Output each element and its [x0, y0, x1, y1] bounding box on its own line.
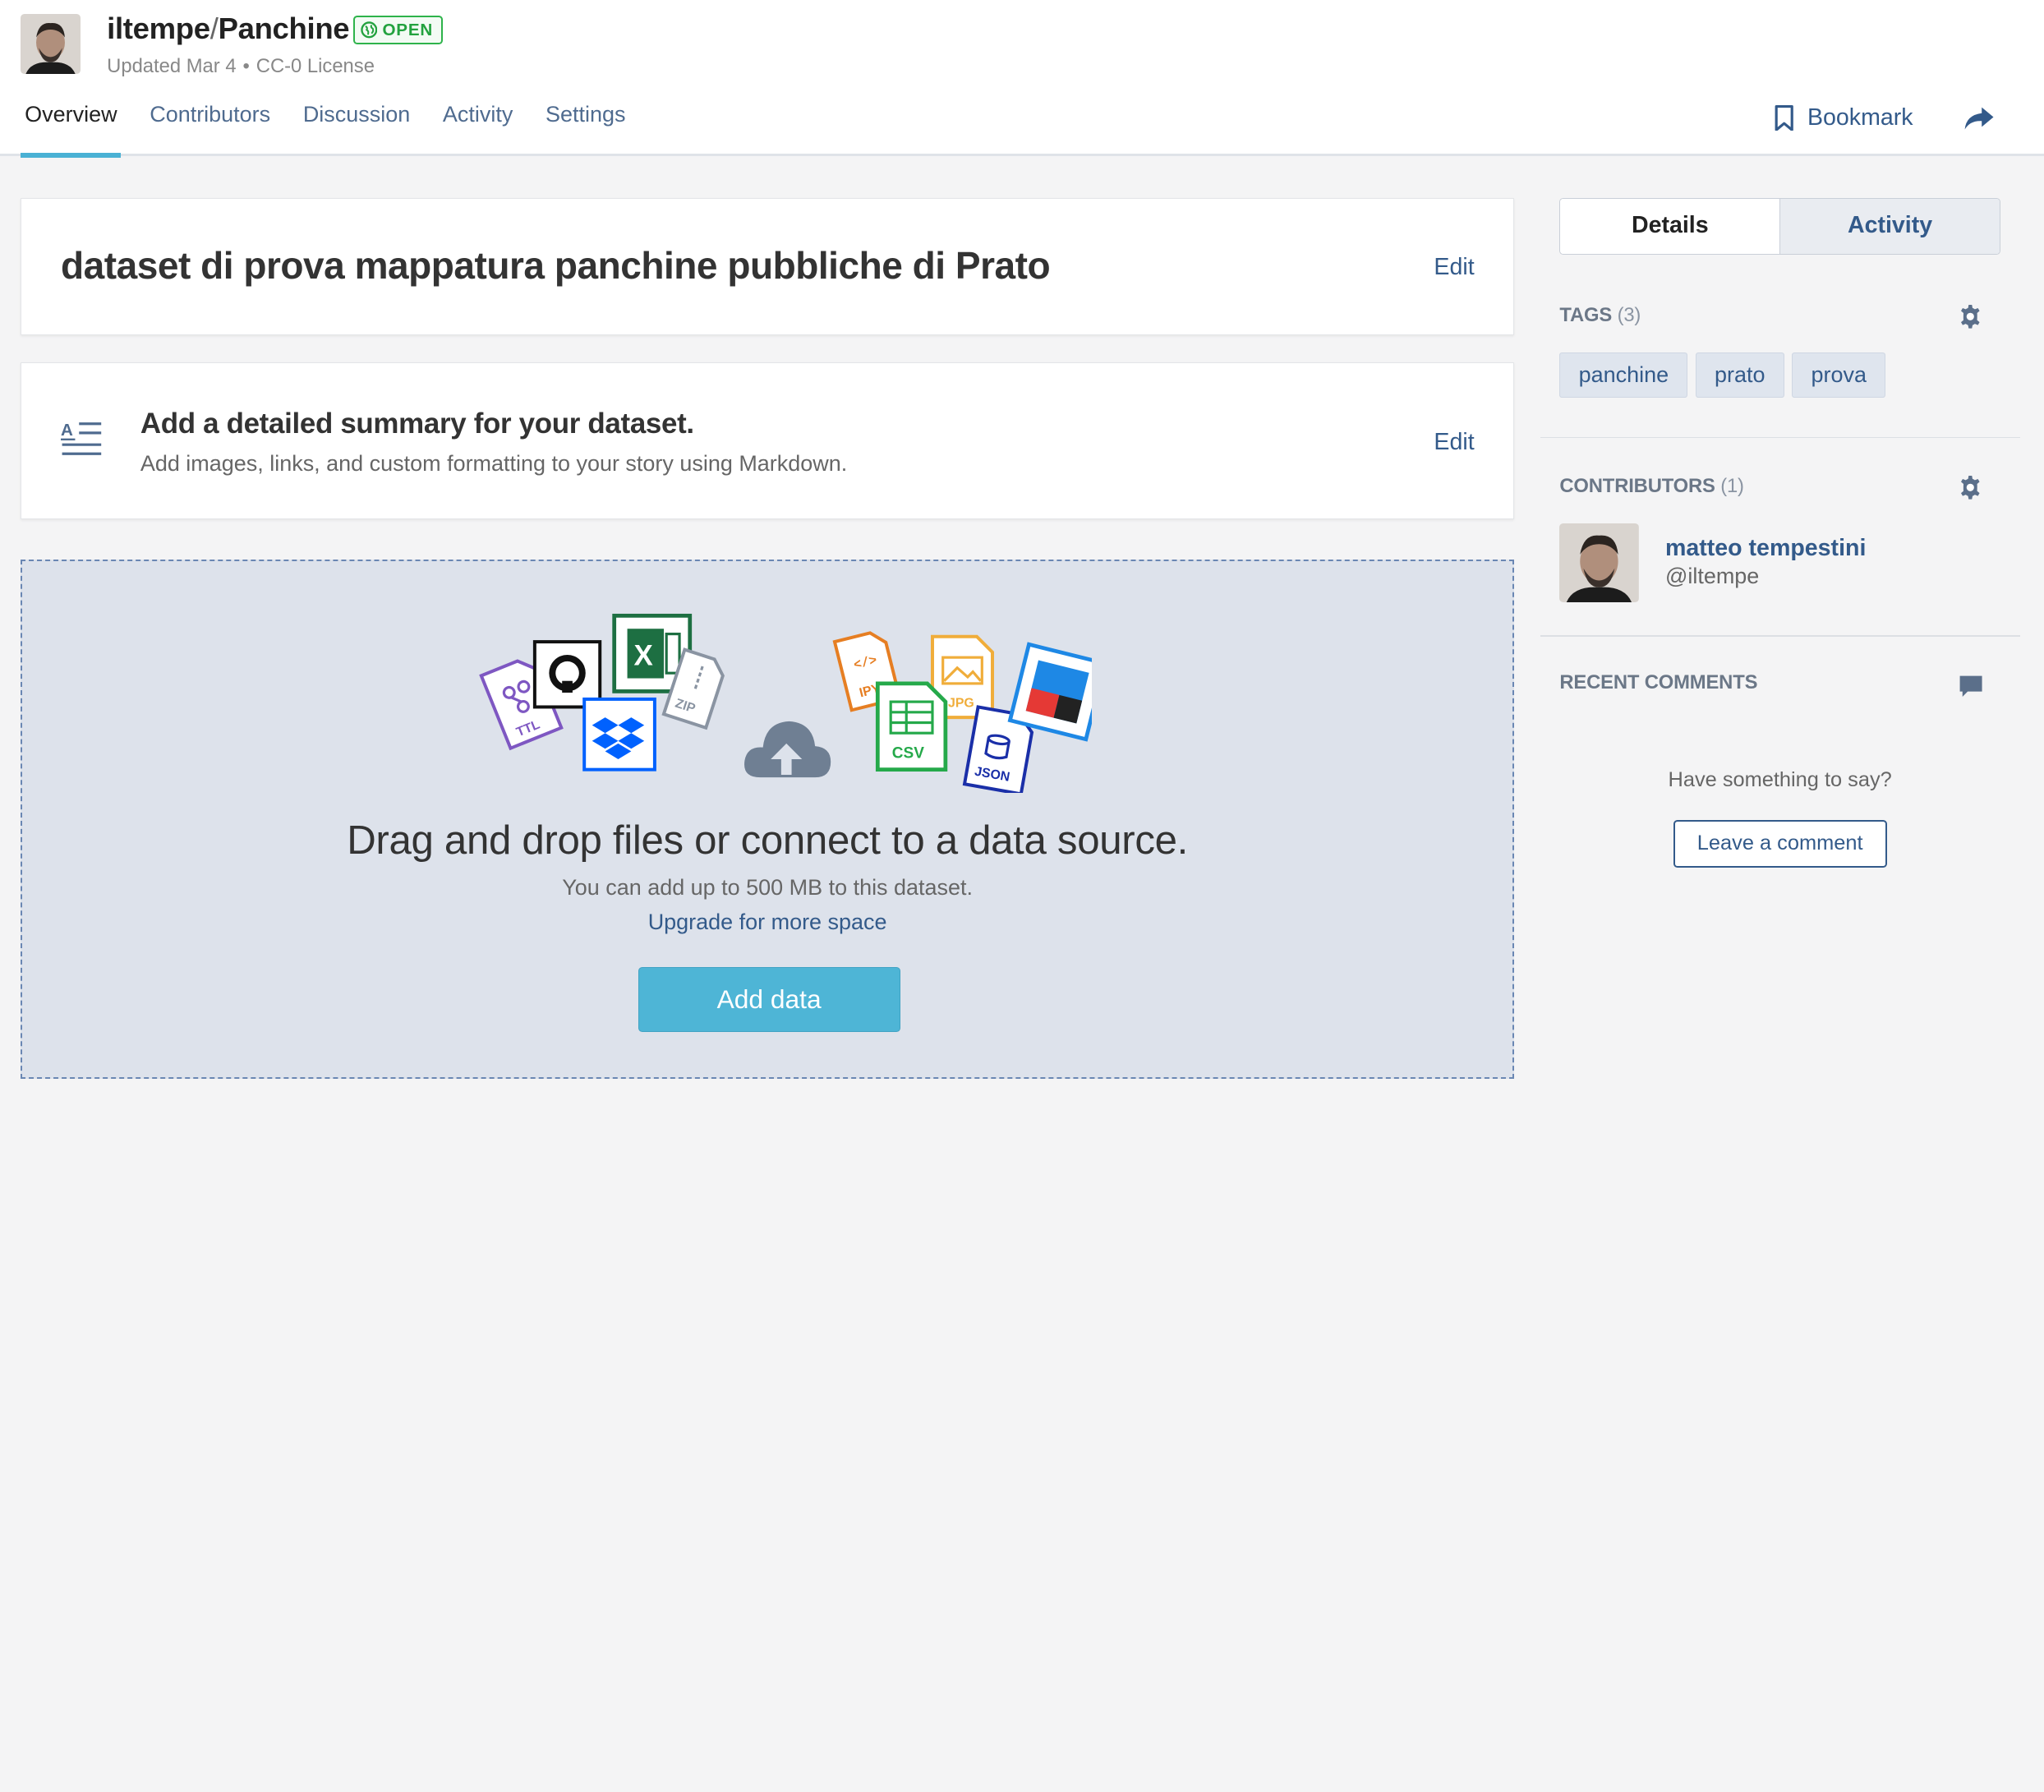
- header: iltempe/Panchine OPEN Updated Mar 4 • CC-0…: [0, 0, 2044, 159]
- upgrade-link[interactable]: Upgrade for more space: [648, 910, 887, 934]
- leave-comment-button[interactable]: Leave a comment: [1673, 820, 1887, 868]
- tag-chip[interactable]: prato: [1695, 352, 1784, 398]
- dataset-link[interactable]: Panchine: [219, 12, 350, 45]
- title-card: dataset di prova mappatura panchine pubb…: [21, 198, 1514, 335]
- dataset-title: iltempe/Panchine: [107, 12, 349, 46]
- bookmark-icon: [1775, 104, 1793, 131]
- github-icon: [533, 640, 602, 709]
- sidebar-divider: [1540, 436, 2020, 439]
- upgrade-link-row: Upgrade for more space: [22, 910, 1512, 935]
- csv-label: CSV: [892, 745, 924, 762]
- contributors-heading: CONTRIBUTORS (1): [1559, 474, 1744, 498]
- dropzone-limit: You can add up to 500 MB to this dataset…: [562, 875, 973, 901]
- summary-heading: Add a detailed summary for your dataset.: [140, 408, 694, 440]
- summary-hint: Add images, links, and custom formatting…: [140, 450, 848, 476]
- data-connector-icon: [1007, 642, 1092, 742]
- csv-file-icon: CSV: [876, 681, 948, 772]
- cloud-upload-icon: [744, 721, 831, 778]
- text-format-icon: A: [61, 421, 102, 455]
- sidebar-divider: [1540, 635, 2020, 637]
- jpg-label: JPG: [948, 697, 974, 711]
- open-badge-label: OPEN: [382, 20, 434, 39]
- add-data-button[interactable]: Add data: [638, 966, 900, 1032]
- page: iltempe/Panchine OPEN Updated Mar 4 • CC-0…: [0, 0, 2044, 1130]
- tags-settings-gear-icon[interactable]: [1959, 305, 1982, 329]
- dropbox-icon: [582, 698, 657, 772]
- meta-separator: •: [242, 54, 250, 77]
- open-badge: OPEN: [353, 16, 443, 44]
- tab-bar: Overview Contributors Discussion Activit…: [0, 86, 633, 159]
- share-button[interactable]: [1963, 106, 1995, 138]
- tags-heading: TAGS (3): [1559, 304, 1641, 327]
- tags-count: (3): [1617, 303, 1641, 326]
- tag-list: panchine prato prova: [1559, 352, 1886, 398]
- file-dropzone[interactable]: TTL X ZIP </> IPY JPG CSV JSON Drag and …: [21, 559, 1514, 1079]
- contributors-settings-gear-icon[interactable]: [1959, 476, 1982, 500]
- tab-activity[interactable]: Activity: [443, 86, 513, 157]
- contributors-count: (1): [1720, 474, 1744, 497]
- dropzone-heading: Drag and drop files or connect to a data…: [347, 818, 1188, 864]
- edit-summary-button[interactable]: Edit: [1434, 429, 1474, 456]
- comment-prompt: Have something to say?: [1668, 767, 1892, 791]
- comment-icon[interactable]: [1959, 675, 1983, 698]
- title-separator: /: [209, 12, 219, 46]
- tag-chip[interactable]: prova: [1792, 352, 1886, 398]
- data-source-icons: TTL X ZIP </> IPY JPG CSV JSON: [479, 614, 1092, 794]
- contributor-name[interactable]: matteo tempestini: [1665, 535, 1866, 562]
- svg-text:A: A: [61, 421, 73, 440]
- bookmark-button[interactable]: Bookmark: [1774, 104, 1913, 131]
- tab-contributors[interactable]: Contributors: [150, 86, 270, 157]
- tab-settings[interactable]: Settings: [546, 86, 625, 157]
- svg-text:X: X: [634, 640, 653, 672]
- owner-link[interactable]: iltempe: [107, 12, 210, 45]
- owner-avatar[interactable]: [21, 14, 81, 75]
- dataset-meta: Updated Mar 4 • CC-0 License: [107, 55, 375, 78]
- bookmark-label: Bookmark: [1807, 104, 1913, 131]
- contributor-avatar[interactable]: [1559, 523, 1640, 603]
- recent-comments-heading: RECENT COMMENTS: [1559, 671, 1758, 694]
- tab-overview[interactable]: Overview: [21, 86, 121, 159]
- contributors-label: CONTRIBUTORS: [1559, 474, 1715, 497]
- tab-discussion[interactable]: Discussion: [303, 86, 410, 157]
- activity-tab[interactable]: Activity: [1779, 199, 2000, 254]
- globe-icon: [360, 21, 377, 39]
- edit-title-button[interactable]: Edit: [1434, 254, 1474, 281]
- license[interactable]: CC-0 License: [256, 55, 375, 77]
- tags-label: TAGS: [1559, 303, 1613, 326]
- sidebar-toggle: Details Activity: [1559, 198, 2000, 255]
- updated-date: Updated Mar 4: [107, 54, 237, 77]
- dataset-description-title: dataset di prova mappatura panchine pubb…: [61, 244, 1051, 288]
- details-tab[interactable]: Details: [1560, 199, 1780, 254]
- summary-card: A Add a detailed summary for your datase…: [21, 362, 1514, 519]
- contributor-handle: @iltempe: [1664, 563, 1760, 588]
- share-arrow-icon: [1965, 107, 1994, 130]
- tag-chip[interactable]: panchine: [1559, 352, 1688, 398]
